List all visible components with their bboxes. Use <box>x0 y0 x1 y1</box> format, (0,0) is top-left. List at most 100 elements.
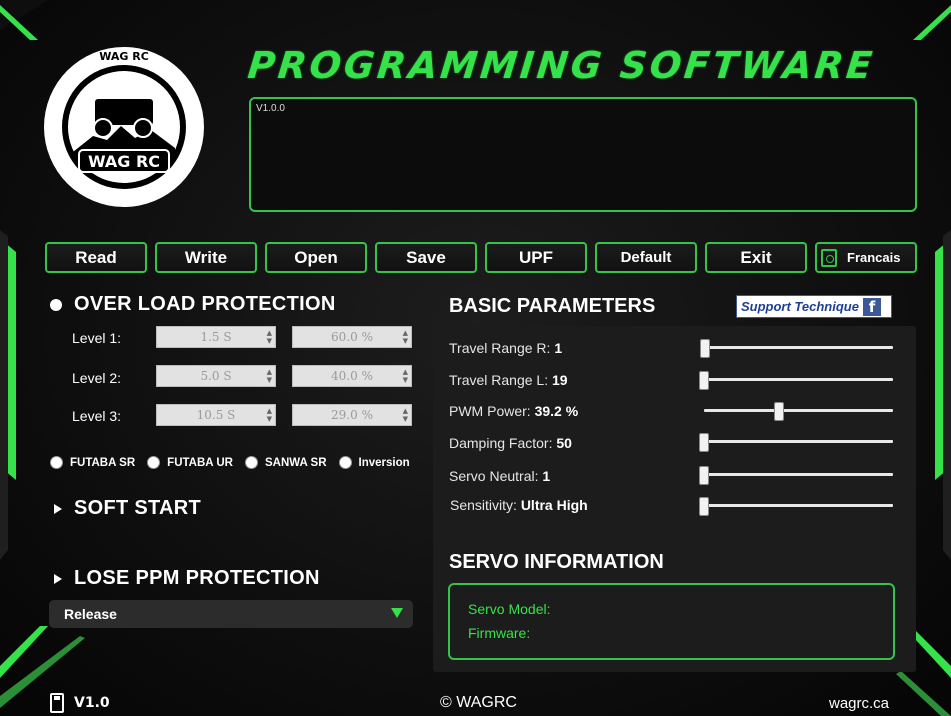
lose-ppm-select[interactable]: Release <box>49 600 413 628</box>
slider-thumb[interactable] <box>699 433 709 452</box>
slider-thumb[interactable] <box>699 371 709 390</box>
footer-website-link[interactable]: wagrc.ca <box>829 695 889 712</box>
footer-version: V1.0 <box>50 693 110 713</box>
lose-ppm-toggle[interactable]: LOSE PPM PROTECTION <box>54 567 320 590</box>
overload-heading: OVER LOAD PROTECTION <box>50 293 336 316</box>
radio-circle-icon[interactable] <box>147 456 161 469</box>
pwm-power-slider[interactable] <box>704 402 893 421</box>
overload-heading-label: OVER LOAD PROTECTION <box>74 293 336 315</box>
slider-track[interactable] <box>699 473 893 476</box>
level-3-percent-spinbox[interactable]: 29.0 % ▲ ▼ <box>292 404 412 426</box>
param-label: PWM Power: <box>449 403 531 419</box>
app-window: WAG RC WAG RC PROGRAMMING SOFTWARE V1.0.… <box>0 0 951 716</box>
spin-arrows-icon[interactable]: ▲ ▼ <box>403 368 408 384</box>
param-travel-range-l: Travel Range L: 19 <box>449 372 568 388</box>
slider-thumb[interactable] <box>774 402 785 421</box>
spin-arrows-icon[interactable]: ▲ ▼ <box>267 329 272 345</box>
servo-information-box: Servo Model: Firmware: <box>448 583 895 660</box>
level-3-time-spinbox[interactable]: 10.5 S ▲ ▼ <box>156 404 276 426</box>
param-value: 50 <box>556 435 572 451</box>
level-2-percent-spinbox[interactable]: 40.0 % ▲ ▼ <box>292 365 412 387</box>
slider-thumb[interactable] <box>700 339 710 358</box>
spin-arrows-icon[interactable]: ▲ ▼ <box>267 368 272 384</box>
param-damping-factor: Damping Factor: 50 <box>449 435 572 451</box>
slider-track[interactable] <box>699 440 893 443</box>
expand-arrow-icon <box>54 503 62 514</box>
radio-futaba-ur[interactable]: FUTABA UR <box>147 456 233 469</box>
slider-track[interactable] <box>700 346 893 349</box>
param-label: Servo Neutral: <box>449 468 539 484</box>
radio-futaba-sr-label: FUTABA SR <box>70 456 136 469</box>
lose-ppm-heading: LOSE PPM PROTECTION <box>74 567 320 589</box>
level-3-percent-value: 29.0 % <box>331 408 373 422</box>
radio-futaba-ur-label: FUTABA UR <box>167 456 233 469</box>
radio-sanwa-sr[interactable]: SANWA SR <box>244 456 327 469</box>
radio-sanwa-sr-label: SANWA SR <box>264 456 327 469</box>
param-travel-range-r: Travel Range R: 1 <box>449 340 562 356</box>
travel-range-r-slider[interactable] <box>700 339 893 358</box>
sensitivity-slider[interactable] <box>699 497 893 516</box>
write-button[interactable]: Write <box>155 242 257 273</box>
slider-track[interactable] <box>699 504 893 507</box>
open-button[interactable]: Open <box>265 242 367 273</box>
log-output[interactable]: V1.0.0 <box>249 97 917 212</box>
soft-start-toggle[interactable]: SOFT START <box>54 497 201 520</box>
slider-thumb[interactable] <box>699 497 709 516</box>
radio-circle-icon[interactable] <box>244 456 258 469</box>
servo-information-heading: SERVO INFORMATION <box>449 551 664 573</box>
radio-futaba-sr[interactable]: FUTABA SR <box>50 456 135 469</box>
level-1-time-spinbox[interactable]: 1.5 S ▲ ▼ <box>156 326 276 348</box>
radio-circle-icon[interactable] <box>338 456 352 469</box>
level-2-percent-value: 40.0 % <box>331 369 373 383</box>
log-text: V1.0.0 <box>256 103 285 114</box>
wagrc-logo: WAG RC WAG RC <box>44 47 204 207</box>
corner-decoration-top-left <box>0 0 48 40</box>
lose-ppm-selected-value: Release <box>64 606 117 622</box>
section-bullet-icon <box>50 298 62 311</box>
param-value: Ultra High <box>520 497 588 513</box>
slider-track[interactable] <box>704 409 893 412</box>
firmware-label: Firmware: <box>468 625 531 641</box>
protocol-radio-group: FUTABA SR FUTABA UR SANWA SR Inversion <box>50 456 422 469</box>
level-1-label: Level 1: <box>72 330 122 346</box>
chevron-down-icon[interactable] <box>391 608 403 618</box>
radio-circle-icon[interactable] <box>50 456 63 469</box>
param-servo-neutral: Servo Neutral: 1 <box>449 468 550 484</box>
spin-arrows-icon[interactable]: ▲ ▼ <box>403 329 408 345</box>
level-1-time-value: 1.5 S <box>200 330 232 344</box>
usb-icon <box>50 693 64 713</box>
slider-thumb[interactable] <box>699 466 709 485</box>
level-1-percent-spinbox[interactable]: 60.0 % ▲ ▼ <box>292 326 412 348</box>
support-technique-label: Support Technique <box>741 299 859 314</box>
side-decoration-right <box>935 230 951 560</box>
basic-parameters-heading: BASIC PARAMETERS <box>449 295 656 317</box>
read-button[interactable]: Read <box>45 242 147 273</box>
upf-button[interactable]: UPF <box>485 242 587 273</box>
level-2-label: Level 2: <box>72 370 122 386</box>
language-button[interactable]: Francais <box>815 242 917 273</box>
logo-ring-text: WAG RC <box>99 50 149 63</box>
support-technique-link[interactable]: Support Technique f <box>736 295 892 318</box>
slider-track[interactable] <box>699 378 893 381</box>
soft-start-heading: SOFT START <box>74 497 202 519</box>
level-2-time-spinbox[interactable]: 5.0 S ▲ ▼ <box>156 365 276 387</box>
level-3-label: Level 3: <box>72 408 122 424</box>
app-title: PROGRAMMING SOFTWARE <box>245 44 878 87</box>
param-pwm-power: PWM Power: 39.2 % <box>449 403 578 419</box>
servo-neutral-slider[interactable] <box>699 466 893 485</box>
spin-arrows-icon[interactable]: ▲ ▼ <box>403 407 408 423</box>
spin-arrows-icon[interactable]: ▲ ▼ <box>267 407 272 423</box>
param-label: Travel Range L: <box>449 372 549 388</box>
damping-factor-slider[interactable] <box>699 433 893 452</box>
param-label: Sensitivity: <box>450 497 517 513</box>
param-value: 1 <box>542 468 551 484</box>
exit-button[interactable]: Exit <box>705 242 807 273</box>
save-button[interactable]: Save <box>375 242 477 273</box>
expand-arrow-icon <box>54 573 62 584</box>
logo-badge-text: WAG RC <box>88 152 160 171</box>
corner-decoration-top-right <box>913 5 951 40</box>
default-button[interactable]: Default <box>595 242 697 273</box>
language-label: Francais <box>847 250 901 265</box>
travel-range-l-slider[interactable] <box>699 371 893 390</box>
radio-inversion[interactable]: Inversion <box>338 456 410 469</box>
